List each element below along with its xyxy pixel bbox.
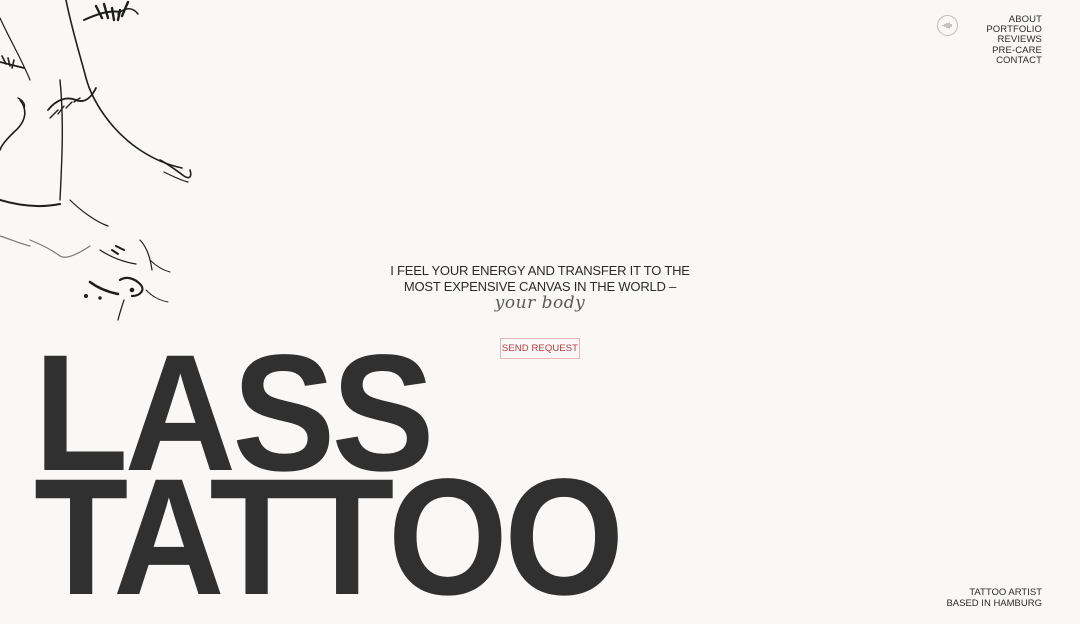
tagline-line-2: MOST EXPENSIVE CANVAS IN THE WORLD –: [403, 278, 677, 294]
footer-line-2: BASED IN HAMBURG: [946, 597, 1042, 609]
tagline-line-1: I FEEL YOUR ENERGY AND TRANSFER IT TO TH…: [390, 263, 690, 278]
artist-location-note: TATTOO ARTIST BASED IN HAMBURG: [946, 587, 1042, 609]
sound-toggle-button[interactable]: [937, 15, 958, 36]
tagline: I FEEL YOUR ENERGY AND TRANSFER IT TO TH…: [340, 263, 740, 312]
main-navigation: ABOUT PORTFOLIO REVIEWS PRE-CARE CONTACT: [986, 14, 1042, 66]
nav-item-contact[interactable]: CONTACT: [996, 55, 1042, 66]
footer-line-1: TATTOO ARTIST: [969, 587, 1042, 598]
hero-wordmark: LASS TATTOO: [34, 331, 624, 624]
botanical-sketch-illustration: [0, 0, 192, 321]
tagline-script: your body: [494, 293, 586, 313]
hero-line-2: TATTOO: [34, 445, 624, 624]
sound-wave-icon: [942, 22, 952, 29]
